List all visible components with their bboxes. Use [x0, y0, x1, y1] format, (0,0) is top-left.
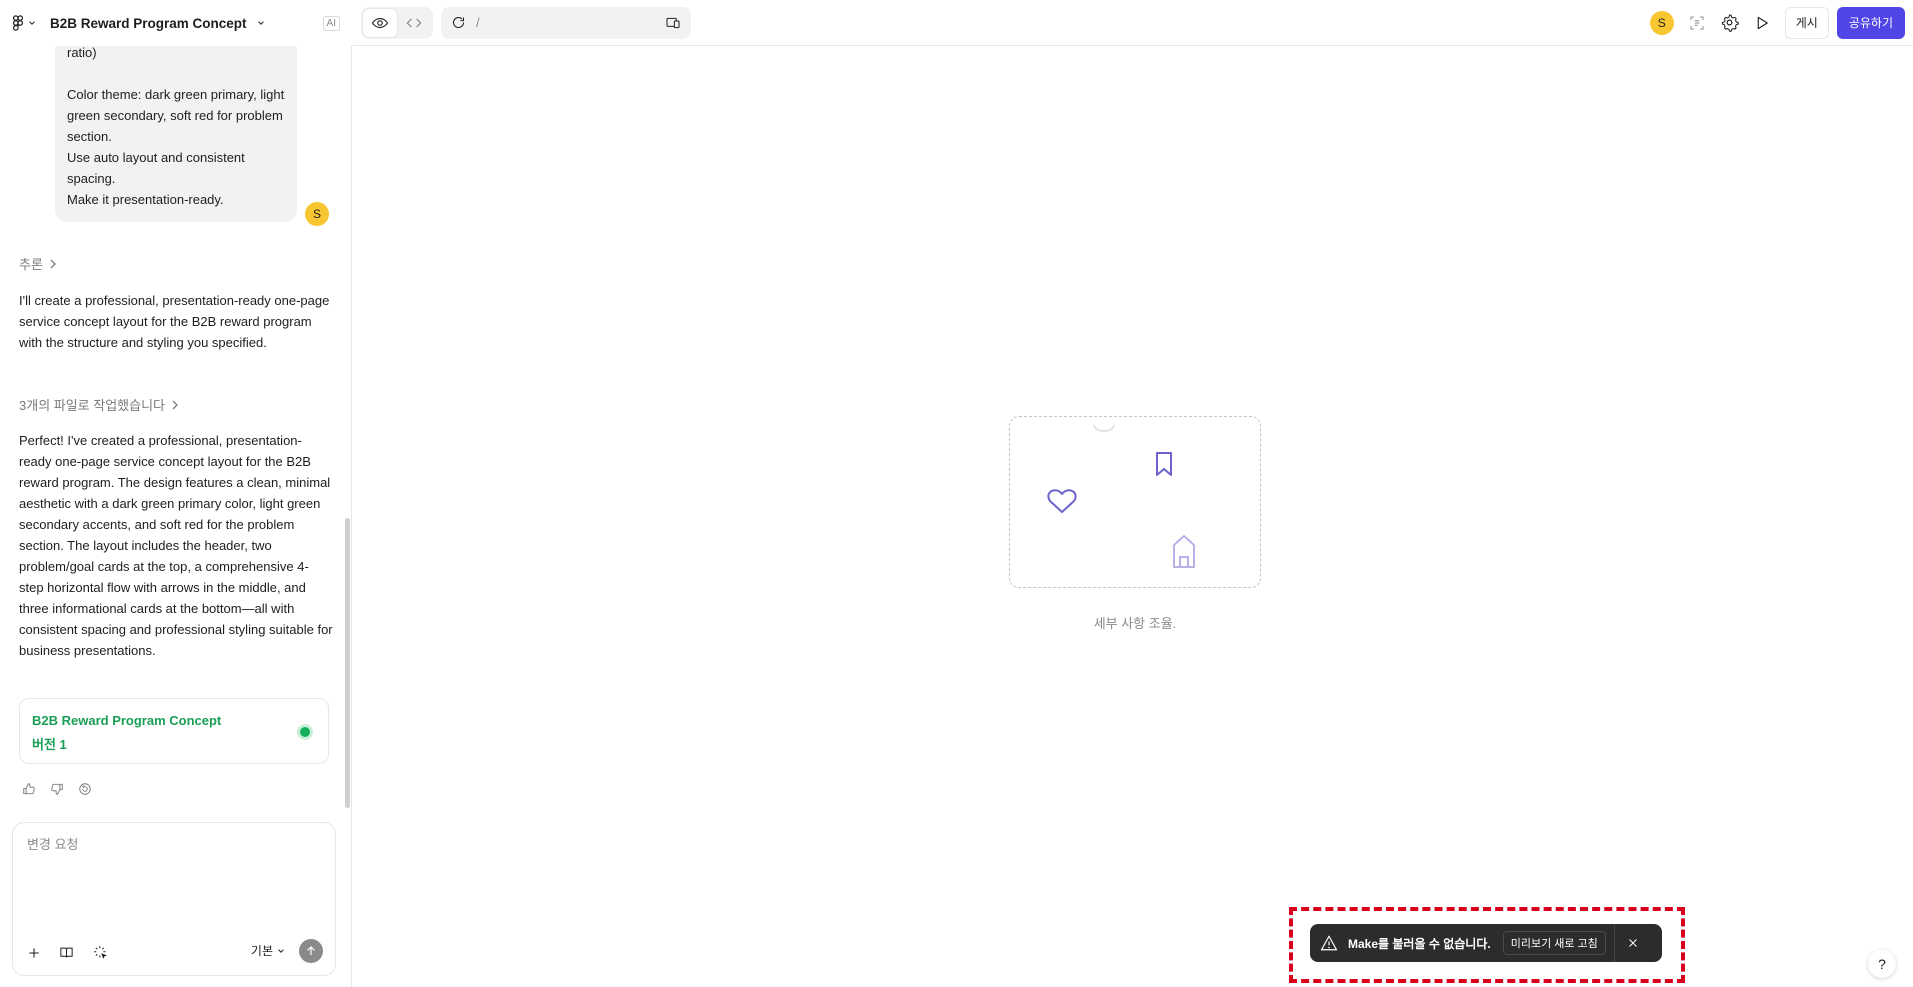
model-selector[interactable]: 기본 — [251, 942, 285, 959]
code-icon — [406, 15, 422, 31]
reasoning-toggle[interactable]: 추론 — [19, 254, 57, 273]
feedback-actions — [22, 782, 92, 796]
view-mode-toggle — [361, 6, 433, 39]
close-icon[interactable] — [1627, 937, 1639, 949]
play-icon[interactable] — [1753, 14, 1771, 32]
reload-icon[interactable] — [451, 15, 466, 30]
user-avatar[interactable]: S — [1649, 10, 1674, 35]
main-menu-button[interactable] — [12, 15, 36, 31]
assistant-summary-message: Perfect! I've created a professional, pr… — [19, 433, 333, 658]
preview-toolbar: / S 게시 공유하기 — [353, 0, 1913, 46]
plus-icon[interactable] — [27, 946, 41, 960]
thumbs-down-icon[interactable] — [50, 782, 64, 796]
chat-sidebar: ratio) Color theme: dark green primary, … — [0, 46, 352, 987]
version-card-title: B2B Reward Program Concept — [32, 713, 222, 728]
preview-canvas: 세부 사항 조율. Make를 불러올 수 없습니다. 미리보기 새로 고침 — [353, 47, 1913, 987]
user-message-paragraph: Make it presentation-ready. — [67, 192, 224, 207]
scan-select-icon[interactable] — [1688, 14, 1706, 32]
model-label: 기본 — [250, 944, 273, 958]
version-card-version: 버전 1 — [32, 737, 67, 752]
reasoning-label: 추론 — [19, 257, 43, 272]
code-mode-button[interactable] — [397, 9, 431, 37]
user-message-paragraph: Use auto layout and consistent spacing. — [67, 150, 245, 186]
restore-version-icon[interactable] — [78, 782, 92, 796]
user-message-paragraph: Color theme: dark green primary, light g… — [67, 87, 285, 144]
file-title[interactable]: B2B Reward Program Concept — [50, 16, 247, 31]
loading-illustration — [1009, 416, 1261, 588]
chevron-down-icon — [28, 19, 36, 27]
chat-scrollbar[interactable] — [345, 518, 350, 808]
chevron-right-icon — [49, 259, 57, 269]
help-button[interactable]: ? — [1868, 950, 1896, 978]
user-message-bubble: ratio) Color theme: dark green primary, … — [55, 46, 297, 222]
sidebar-header: B2B Reward Program Concept AI — [0, 0, 352, 46]
book-icon[interactable] — [59, 945, 74, 960]
chat-composer: 기본 — [12, 822, 336, 976]
loading-illustration-graphic — [1047, 424, 1195, 568]
url-path[interactable]: / — [476, 15, 655, 30]
toolbar-actions: S 게시 공유하기 — [1649, 6, 1905, 39]
files-worked-label: 3개의 파일로 작업했습니다 — [19, 398, 166, 413]
error-toast: Make를 불러올 수 없습니다. 미리보기 새로 고침 — [1310, 924, 1662, 962]
chevron-down-icon — [277, 947, 285, 955]
assistant-intro-message: I'll create a professional, presentation… — [19, 293, 330, 350]
arrow-up-icon — [305, 945, 317, 957]
user-message-line: ratio) — [67, 46, 97, 60]
share-button[interactable]: 공유하기 — [1836, 6, 1905, 39]
device-preview-icon[interactable] — [665, 15, 681, 31]
version-status-dot — [300, 727, 310, 737]
change-request-input[interactable] — [27, 837, 317, 852]
ai-badge[interactable]: AI — [322, 15, 340, 31]
thumbs-up-icon[interactable] — [22, 782, 36, 796]
refresh-preview-button[interactable]: 미리보기 새로 고침 — [1502, 931, 1606, 955]
preview-empty-caption: 세부 사항 조율. — [1093, 616, 1177, 631]
settings-gear-icon[interactable] — [1720, 13, 1739, 32]
composer-tools — [27, 944, 109, 961]
chat-history[interactable]: ratio) Color theme: dark green primary, … — [0, 46, 344, 816]
toast-divider — [1613, 924, 1615, 962]
eye-icon — [371, 14, 389, 32]
warning-icon — [1320, 934, 1338, 952]
preview-mode-button[interactable] — [363, 8, 397, 37]
files-worked-toggle[interactable]: 3개의 파일로 작업했습니다 — [19, 395, 179, 414]
chevron-right-icon — [171, 400, 179, 410]
preview-url-bar: / — [441, 6, 691, 39]
title-chevron-down-icon[interactable] — [257, 19, 265, 27]
version-card[interactable]: B2B Reward Program Concept 버전 1 — [19, 698, 329, 764]
app-window: B2B Reward Program Concept AI / S 게시 공유하… — [0, 0, 1913, 987]
send-button[interactable] — [299, 939, 323, 963]
figma-logo-icon — [12, 15, 24, 31]
publish-button[interactable]: 게시 — [1784, 6, 1829, 39]
user-message-avatar: S — [305, 202, 329, 226]
point-and-edit-icon[interactable] — [92, 944, 109, 961]
error-toast-message: Make를 불러올 수 없습니다. — [1348, 936, 1491, 951]
